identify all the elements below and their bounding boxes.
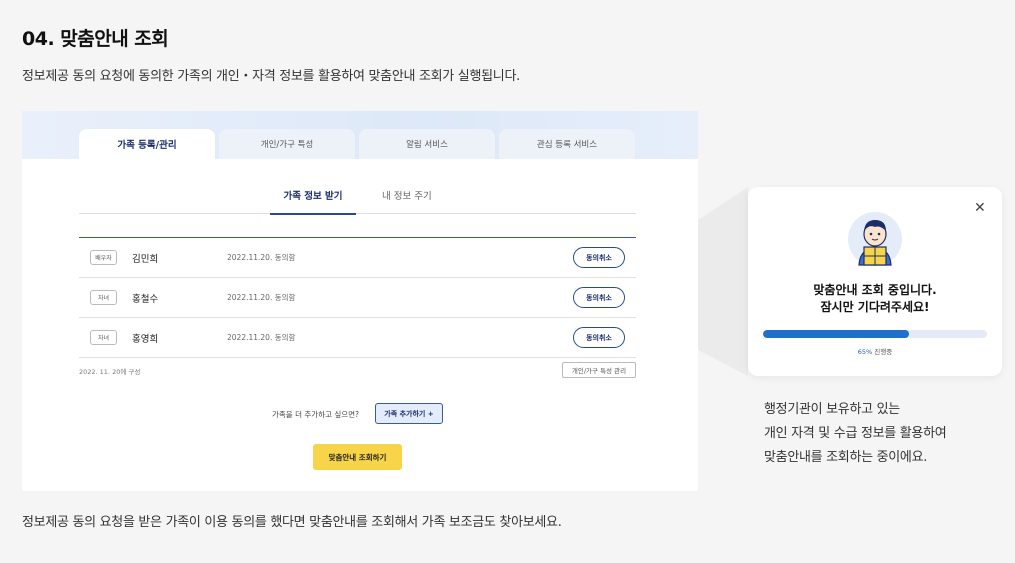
progress-percent: 65%: [857, 348, 873, 356]
cancel-consent-button[interactable]: 동의취소: [573, 327, 625, 348]
close-icon[interactable]: ✕: [974, 201, 986, 215]
manage-traits-button[interactable]: 개인/가구 특성 관리: [562, 362, 636, 378]
tab-notification-service[interactable]: 알림 서비스: [359, 129, 495, 159]
side-text-line: 맞춤안내를 조회하는 중이에요.: [764, 450, 928, 465]
cancel-consent-button[interactable]: 동의취소: [573, 247, 625, 268]
tab-interest-service[interactable]: 관심 등록 서비스: [499, 129, 635, 159]
side-text-line: 개인 자격 및 수급 정보를 활용하여: [764, 426, 947, 441]
family-name: 김민희: [132, 254, 159, 265]
relation-badge: 배우자: [90, 250, 117, 265]
family-name: 홍철수: [132, 294, 159, 305]
progress-status: 진행중: [872, 348, 893, 356]
progress-label: 65% 진행중: [748, 346, 1002, 356]
table-row: 자녀 홍철수 2022.11.20. 동의함 동의취소: [79, 278, 636, 318]
sub-tabs: 가족 정보 받기 내 정보 주기: [79, 183, 636, 215]
add-family-question: 가족을 더 추가하고 싶으면?: [272, 410, 360, 419]
progress-fill: [763, 330, 909, 338]
screen-panel: 가족 등록/관리 개인/가구 특성 알림 서비스 관심 등록 서비스 가족 정보…: [22, 111, 698, 491]
tab-family-management[interactable]: 가족 등록/관리: [79, 129, 215, 159]
side-text-line: 행정기관이 보유하고 있는: [764, 402, 900, 417]
family-name: 홍영희: [132, 334, 159, 345]
top-tabs: 가족 등록/관리 개인/가구 특성 알림 서비스 관심 등록 서비스: [79, 129, 635, 159]
add-family-button[interactable]: 가족 추가하기 +: [375, 403, 443, 424]
consent-status: 2022.11.20. 동의함: [227, 293, 296, 302]
side-explanation: 행정기관이 보유하고 있는 개인 자격 및 수급 정보를 활용하여 맞춤안내를 …: [764, 398, 947, 470]
table-row: 배우자 김민희 2022.11.20. 동의함 동의취소: [79, 238, 636, 278]
mascot-icon: [848, 212, 902, 266]
cancel-consent-button[interactable]: 동의취소: [573, 287, 625, 308]
relation-badge: 자녀: [90, 330, 117, 345]
query-guide-button[interactable]: 맞춤안내 조회하기: [313, 444, 402, 470]
table-row: 자녀 홍영희 2022.11.20. 동의함 동의취소: [79, 318, 636, 358]
config-date: 2022. 11. 20에 구성: [79, 368, 141, 376]
consent-status: 2022.11.20. 동의함: [227, 333, 296, 342]
footer-description: 정보제공 동의 요청을 받은 가족이 이용 동의를 했다면 맞춤안내를 조회해서…: [22, 515, 562, 530]
relation-badge: 자녀: [90, 290, 117, 305]
subtab-give-info[interactable]: 내 정보 주기: [382, 188, 432, 202]
loading-message-line2: 잠시만 기다려주세요!: [820, 300, 930, 314]
tab-household-traits[interactable]: 개인/가구 특성: [219, 129, 355, 159]
progress-bar: [763, 330, 987, 338]
consent-status: 2022.11.20. 동의함: [227, 253, 296, 262]
loading-message-line1: 맞춤안내 조회 중입니다.: [813, 283, 937, 297]
loading-popup: ✕ 맞춤안내 조회 중입니다. 잠시만 기다려주세요! 65% 진행중: [748, 187, 1002, 376]
subtab-receive-info[interactable]: 가족 정보 받기: [270, 188, 356, 215]
family-table: 배우자 김민희 2022.11.20. 동의함 동의취소 자녀 홍철수 2022…: [79, 237, 636, 358]
